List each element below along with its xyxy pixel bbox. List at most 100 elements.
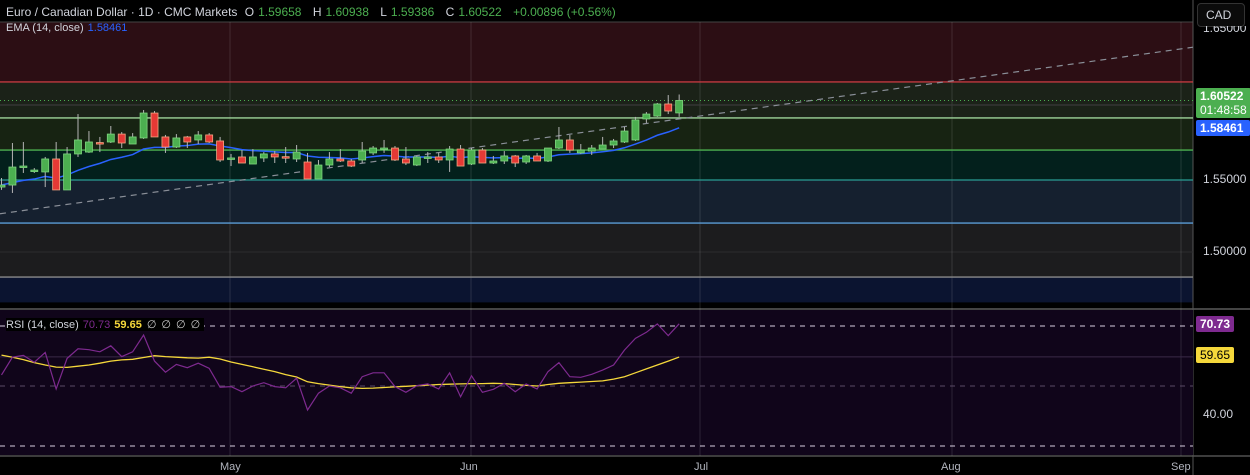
candle-body [423,156,432,159]
candle [478,148,487,164]
empty-value: ∅ [190,319,201,331]
candle-body [128,136,137,145]
candle-body [434,156,443,161]
last-price-tag: 1.60522 01:48:58 [1196,88,1250,118]
rsi-legend[interactable]: RSI (14, close) 70.73 59.65 ∅ ∅ ∅ ∅ [6,318,205,331]
candle-body [30,169,39,172]
candle-body [533,155,541,162]
candle-body [642,113,651,120]
candle-body [248,156,257,165]
price-label: 1.50000 [1203,244,1247,258]
open-label: O [244,5,255,19]
candle-body [259,153,268,159]
price-zone [0,180,1193,224]
candle-body [8,166,17,186]
candle-body [0,184,6,188]
candle-body [194,134,203,141]
candle-body [478,149,487,164]
candle-body [325,158,334,166]
ema-label: EMA (14, close) [6,22,84,34]
ema-value: 1.58461 [87,22,128,34]
candle-body [85,141,93,153]
candle-body [41,158,50,173]
candle-body [161,136,170,148]
time-label-jun: Jun [460,461,478,473]
candle-body [63,153,71,191]
rsi-value: 70.73 [82,319,111,331]
empty-value: ∅ [146,319,157,331]
rsi-ma-value: 59.65 [114,319,142,331]
price-label: 1.55000 [1203,172,1247,186]
candle-body [216,140,225,161]
close-label: C [445,5,455,19]
candle-body [238,156,246,164]
candle-body [183,136,192,143]
candle-body [598,144,607,150]
price-zones [0,22,1193,303]
candle-body [292,151,301,160]
candle-body [19,165,28,168]
price-zone [0,277,1193,303]
change-value: +0.00896 (+0.56%) [513,5,616,19]
candle-body [391,147,399,161]
candle-body [369,147,378,154]
currency-button[interactable]: CAD [1197,3,1245,27]
price-zone [0,22,1193,82]
chart-canvas[interactable] [0,0,1250,475]
close-value: 1.60522 [458,5,502,19]
candle [653,102,662,117]
candle [412,155,421,167]
candle [139,110,148,139]
candle-body [631,119,640,141]
symbol-legend[interactable]: Euro / Canadian Dollar · 1D · CMC Market… [6,5,620,19]
candle [216,136,225,162]
candle [150,111,159,138]
symbol-title: Euro / Canadian Dollar · 1D · CMC Market… [6,5,238,19]
candle-body [544,147,552,162]
candle-body [358,150,367,161]
candle-body [620,130,629,143]
candle-body [172,137,181,148]
candle-body [445,148,454,161]
time-label-jul: Jul [694,461,709,473]
rsi-ma-tag: 59.65 [1196,347,1235,363]
ema-legend[interactable]: EMA (14, close) 1.58461 [6,22,127,34]
empty-value: ∅ [161,319,171,331]
price-zone [0,81,1193,118]
candle-body [227,157,235,160]
time-label-may: May [220,461,241,473]
candle-body [106,133,115,143]
candle [467,148,476,166]
candle-body [500,155,509,162]
rsi-label: RSI (14, close) [6,319,79,331]
rsi-background [0,310,1193,455]
price-label: 1.65000 [1203,26,1247,35]
candle [205,133,214,143]
candle-body [576,149,585,154]
candle-body [380,147,388,150]
low-value: 1.59386 [390,5,435,19]
time-label-sep: Sep [1171,461,1191,473]
candle-body [587,147,596,152]
candle-body [412,156,421,166]
low-label: L [380,5,387,19]
bar-countdown: 01:48:58 [1200,103,1247,117]
empty-value: ∅ [176,319,186,331]
price-zone [0,150,1193,180]
candle [544,147,552,162]
high-label: H [312,5,322,19]
candle-body [139,112,148,139]
candle-body [270,153,279,158]
high-value: 1.60938 [325,5,369,19]
open-value: 1.59658 [258,5,302,19]
candle-body [675,100,684,114]
candle-body [150,112,159,138]
candle-body [653,103,662,117]
candle-body [336,158,345,162]
candle-body [565,139,574,151]
rsi-tag: 70.73 [1196,316,1235,332]
candle-body [52,158,61,191]
candle-body [456,148,465,167]
candle-body [314,164,323,180]
candle-body [511,155,520,164]
